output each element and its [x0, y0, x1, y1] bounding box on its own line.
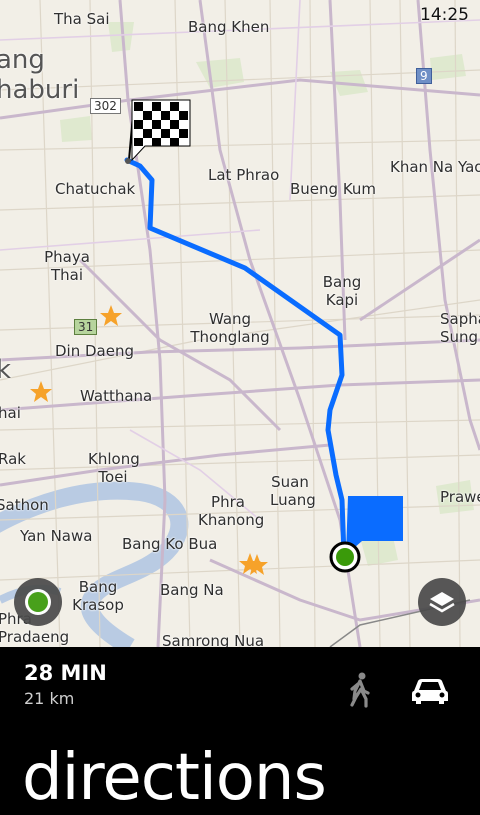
place-label: Bang Kapi: [322, 273, 362, 309]
place-label: Bang Na: [160, 581, 224, 599]
route-distance: 21 km: [24, 689, 75, 708]
place-label: Bueng Kum: [290, 180, 377, 198]
walk-icon: [350, 672, 370, 708]
place-label: Saphan Sung: [440, 310, 480, 346]
page-title: directions: [22, 741, 327, 815]
route-duration: 28 MIN: [24, 661, 107, 685]
place-label: Bang Khen: [188, 18, 270, 36]
my-location-icon: [25, 589, 51, 615]
place-label: ang: [0, 45, 45, 75]
route-shield: 31: [74, 319, 98, 335]
place-label: hai: [0, 404, 21, 422]
current-position-icon: [329, 541, 361, 573]
route-shield: 9: [416, 68, 432, 84]
finish-flag-icon: [125, 99, 191, 164]
place-label: Khlong Toei: [88, 450, 140, 486]
place-label: Rak: [0, 450, 26, 468]
car-mode-button[interactable]: [408, 669, 448, 709]
place-label: Wang Thonglang: [190, 310, 270, 346]
map-layers-button[interactable]: [418, 578, 466, 626]
place-label: haburi: [0, 75, 80, 105]
place-label: Sathon: [0, 496, 49, 514]
place-label: Prawe: [440, 488, 480, 506]
map-view[interactable]: Tha Sai Bang Khen ang haburi Chatuchak L…: [0, 0, 480, 647]
place-label: Din Daeng: [55, 342, 134, 360]
place-label: Khan Na Yao: [390, 158, 480, 176]
place-label: k: [0, 355, 12, 385]
place-label: Bang Krasop: [72, 578, 124, 614]
directions-panel: 28 MIN 21 km directions: [0, 647, 480, 813]
place-label: Yan Nawa: [20, 527, 93, 545]
place-label: Samrong Nua: [162, 632, 265, 647]
route-shield: 302: [90, 98, 121, 114]
place-label: Chatuchak: [55, 180, 136, 198]
car-icon: [412, 679, 448, 704]
place-label: Bang Ko Bua: [122, 535, 218, 553]
map-layers-icon: [429, 592, 455, 613]
place-label: Watthana: [80, 387, 153, 405]
locate-me-button[interactable]: [14, 578, 62, 626]
place-label: Suan Luang: [270, 473, 316, 509]
place-label: Lat Phrao: [208, 166, 280, 184]
walk-mode-button[interactable]: [340, 669, 380, 709]
status-clock: 14:25: [420, 5, 469, 25]
place-label: Phra Khanong: [198, 493, 265, 529]
place-label: Phaya Thai: [44, 248, 90, 284]
place-label: Tha Sai: [54, 10, 110, 28]
